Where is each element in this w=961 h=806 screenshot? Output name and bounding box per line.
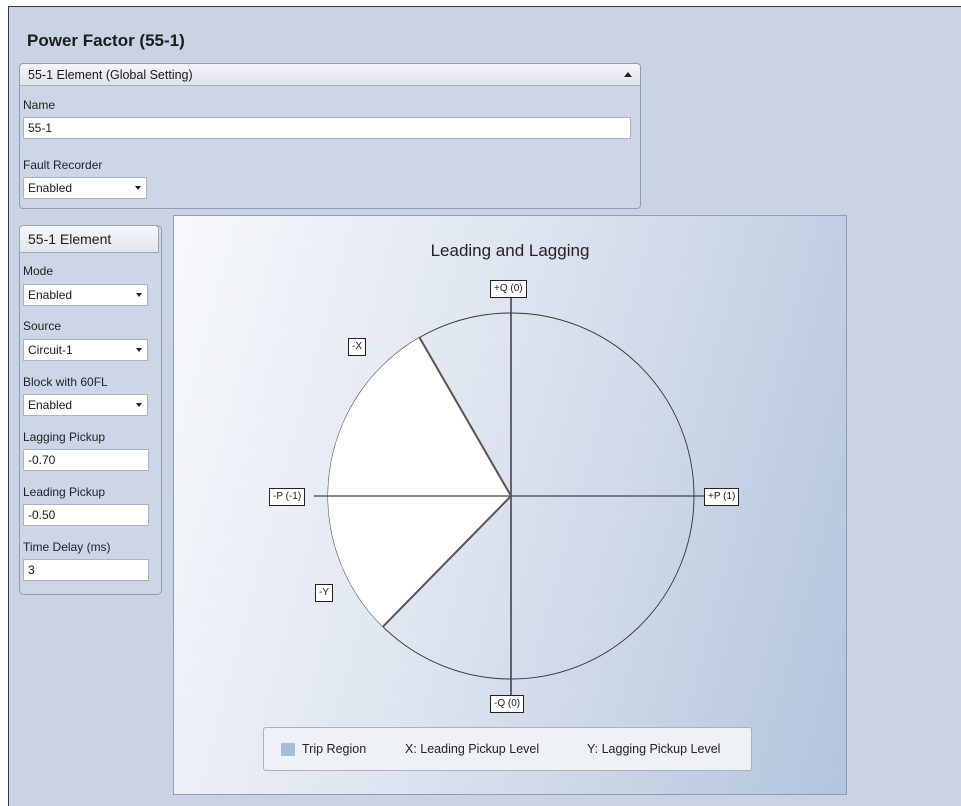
legend-lagging: Y: Lagging Pickup Level <box>587 742 721 756</box>
trip-region-swatch <box>281 743 295 756</box>
global-setting-panel: 55-1 Element (Global Setting) Name Fault… <box>19 63 641 209</box>
element-panel: 55-1 Element Mode Enabled Source Circuit… <box>19 225 162 595</box>
block-60fl-value: Enabled <box>28 398 73 412</box>
element-panel-header: 55-1 Element <box>19 225 159 253</box>
axis-label-bottom: -Q (0) <box>490 695 525 713</box>
mode-label: Mode <box>23 264 54 278</box>
chart-legend: Trip Region X: Leading Pickup Level Y: L… <box>263 727 752 771</box>
power-factor-chart: Leading and Lagging +Q (0) +P (1) -P (-1… <box>173 215 847 795</box>
chevron-down-icon <box>135 186 141 190</box>
name-input[interactable] <box>23 117 631 139</box>
page-title: Power Factor (55-1) <box>27 31 185 50</box>
source-label: Source <box>23 319 62 333</box>
time-delay-label: Time Delay (ms) <box>23 540 111 554</box>
chevron-down-icon <box>136 293 142 297</box>
power-factor-page: Power Factor (55-1) 55-1 Element (Global… <box>8 6 961 806</box>
fault-recorder-value: Enabled <box>28 181 73 195</box>
fault-recorder-label: Fault Recorder <box>23 158 103 172</box>
source-value: Circuit-1 <box>28 343 73 357</box>
lagging-pickup-input[interactable] <box>23 449 149 471</box>
fault-recorder-select[interactable]: Enabled <box>23 177 147 199</box>
axis-label-left: -P (-1) <box>269 488 306 506</box>
lagging-pickup-marker: -Y <box>315 584 333 602</box>
mode-value: Enabled <box>28 288 73 302</box>
global-setting-header-label: 55-1 Element (Global Setting) <box>28 68 193 82</box>
legend-trip-region: Trip Region <box>302 742 367 756</box>
trip-region <box>328 337 511 627</box>
block-60fl-select[interactable]: Enabled <box>23 394 148 416</box>
legend-leading: X: Leading Pickup Level <box>405 742 540 756</box>
mode-select[interactable]: Enabled <box>23 284 148 306</box>
block-60fl-label: Block with 60FL <box>23 375 108 389</box>
leading-pickup-marker: -X <box>348 338 366 356</box>
leading-pickup-input[interactable] <box>23 504 149 526</box>
chevron-down-icon <box>136 403 142 407</box>
axis-label-right: +P (1) <box>704 488 740 506</box>
chevron-down-icon <box>136 348 142 352</box>
axis-label-top: +Q (0) <box>490 280 527 298</box>
global-setting-header[interactable]: 55-1 Element (Global Setting) <box>20 64 640 86</box>
element-panel-header-label: 55-1 Element <box>28 231 112 247</box>
source-select[interactable]: Circuit-1 <box>23 339 148 361</box>
name-label: Name <box>23 98 56 112</box>
lagging-pickup-label: Lagging Pickup <box>23 430 106 444</box>
time-delay-input[interactable] <box>23 559 149 581</box>
collapse-icon[interactable] <box>624 72 632 77</box>
leading-pickup-label: Leading Pickup <box>23 485 106 499</box>
